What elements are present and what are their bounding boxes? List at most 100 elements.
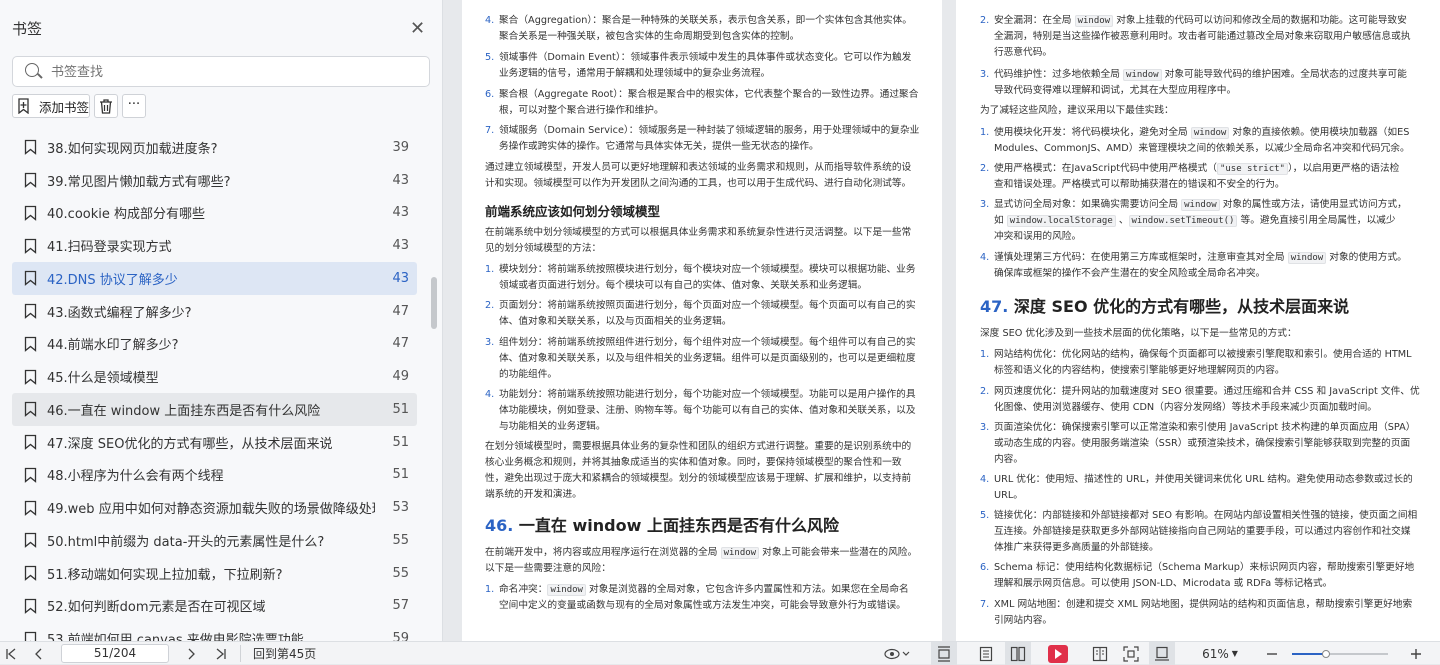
close-icon[interactable]: ✕ (410, 18, 425, 39)
paragraph-text: 性，避免出现过于庞大和紧耦合的领域模型。划分的领域模型应该易于理解、扩展和维护，… (485, 473, 912, 484)
zoom-slider-knob[interactable] (1321, 650, 1330, 658)
bookmark-item[interactable]: 42.DNS 协议了解多少 43 (12, 262, 417, 295)
bookmark-item[interactable]: 49.web 应用中如何对静态资源加载失败的场景做降级处理 53 (12, 491, 417, 524)
list-number: 3. (485, 337, 495, 348)
document-page-left: 4. 聚合（Aggregation）：聚合是一种特殊的关联关系，表示包含关系，即… (462, 0, 942, 641)
bookmark-item[interactable]: 45.什么是领域模型 49 (12, 360, 417, 393)
document-view-icon[interactable] (973, 642, 999, 665)
play-icon (1048, 644, 1068, 663)
bookmark-item[interactable]: 43.函数式编程了解多少? 47 (12, 295, 417, 328)
zoom-slider-fill (1292, 653, 1326, 655)
eye-icon[interactable] (882, 642, 912, 665)
ellipsis-icon: ··· (127, 97, 141, 112)
section-heading: 前端系统应该如何划分领域模型 (485, 204, 661, 219)
list-text: 模块划分：将前端系统按照模块进行划分，每个模块对应一个领域模型。模块可以根据功能… (499, 264, 916, 275)
page-number-input[interactable]: 51/204 (61, 644, 169, 663)
bookmark-search-input[interactable] (51, 63, 411, 81)
inline-code: window (1190, 127, 1230, 139)
previous-page-icon[interactable] (30, 642, 48, 665)
list-text: 或动态生成的内容。使用服务端渲染（SSR）或预渲染技术，确保搜索引擎能够获取到完… (994, 438, 1411, 449)
text-run: 在前端开发中，将内容或应用程序运行在浏览器的全局 (485, 547, 721, 558)
bookmark-item[interactable]: 47.深度 SEO优化的方式有哪些，从技术层面来说 51 (12, 426, 417, 459)
zoom-in-icon[interactable] (1408, 642, 1424, 665)
bookmark-icon (24, 369, 37, 385)
chevron-down-icon: ▼ (1231, 649, 1238, 658)
list-text: 冲突和误用的风险。 (994, 231, 1082, 242)
bookmark-icon (24, 205, 37, 221)
delete-bookmark-button[interactable] (94, 94, 118, 118)
bookmark-search[interactable] (12, 56, 430, 87)
first-page-icon[interactable] (2, 642, 20, 665)
sidebar-scrollbar[interactable] (431, 277, 437, 329)
list-number: 7. (980, 599, 990, 610)
last-page-icon[interactable] (212, 642, 230, 665)
paragraph-text: 通过建立领域模型，开发人员可以更好地理解和表达领域的业务需求和规则，从而指导软件… (485, 162, 912, 173)
list-text: 谨慎处理第三方代码：在使用第三方库或框架时，注意审查其对全局 window 对象… (994, 250, 1407, 266)
list-text: 化图像、使用浏览器缓存、使用 CDN（内容分发网络）等技术手段来减少页面加载时间… (994, 402, 1377, 413)
bottom-toolbar: 51/204 回到第45页 61% ▼ (0, 641, 1440, 665)
zoom-select[interactable]: 61% ▼ (1196, 642, 1244, 665)
panel-title: 书签 (12, 20, 43, 38)
paragraph-text: 在前端开发中，将内容或应用程序运行在浏览器的全局 window 对象上可能会带来… (485, 545, 917, 561)
list-text: 领域服务（Domain Service）：领域服务是一种封装了领域逻辑的服务，用… (499, 125, 920, 136)
list-text: 使用模块化开发：将代码模块化，避免对全局 window 对象的直接依赖。使用模块… (994, 125, 1409, 141)
chapter-number: 47. (980, 297, 1009, 316)
paragraph-text: 在划分领域模型时，需要根据具体业务的复杂性和团队的组织方式进行调整。重要的是识别… (485, 441, 912, 452)
next-page-icon[interactable] (182, 642, 200, 665)
more-options-button[interactable]: ··· (122, 94, 146, 118)
list-number: 1. (485, 264, 495, 275)
zoom-slider[interactable] (1292, 650, 1388, 658)
inline-code: window (1181, 199, 1220, 211)
bookmark-item[interactable]: 39.常见图片懒加载方式有哪些? 43 (12, 164, 417, 197)
back-to-page-button[interactable]: 回到第45页 (253, 642, 323, 665)
bookmark-title: 44.前端水印了解多少? (47, 338, 179, 354)
list-number: 1. (485, 584, 495, 595)
bookmark-item[interactable]: 50.html中前缀为 data-开头的元素属性是什么? 55 (12, 524, 417, 557)
two-page-view-icon[interactable] (1005, 642, 1031, 665)
list-text: 体、值对象和关联关系，以及与页面相关的业务逻辑。 (499, 316, 732, 327)
list-number: 2. (980, 163, 990, 174)
inline-code: "use strict" (1216, 163, 1288, 175)
list-text: 命名冲突： window 对象是浏览器的全局对象，它包含许多内置属性和方法。如果您… (499, 582, 909, 598)
bookmark-item[interactable]: 40.cookie 构成部分有哪些 43 (12, 197, 417, 230)
single-page-view-icon[interactable] (931, 642, 957, 665)
bookmark-item[interactable]: 41.扫码登录实现方式 43 (12, 229, 417, 262)
bookmark-page: 59 (392, 631, 409, 641)
list-number: 7. (485, 125, 495, 136)
list-text: URL 优化：使用短、描述性的 URL，并使用关键词来优化 URL 结构。避免使… (994, 474, 1413, 485)
play-slideshow-button[interactable] (1046, 642, 1070, 665)
reading-mode-icon[interactable] (1087, 642, 1113, 665)
bookmark-item[interactable]: 38.如何实现网页加载进度条? 39 (12, 131, 417, 164)
chapter-title: 一直在 window 上面挂东西是否有什么风险 (513, 516, 839, 535)
bookmark-item[interactable]: 46.一直在 window 上面挂东西是否有什么风险 51 (12, 393, 417, 426)
paragraph-text: 为了减轻这些风险，建议采用以下最佳实践： (980, 105, 1174, 116)
fit-width-icon[interactable] (1149, 642, 1175, 665)
zoom-out-icon[interactable] (1264, 642, 1280, 665)
list-text: 体、值对象和关联关系，以及与组件相关的业务逻辑。组件可以是页面级别的，也可以是更… (499, 353, 916, 364)
bookmark-item[interactable]: 53.前端如何用 canvas 来做电影院选票功能 59 (12, 622, 417, 641)
bookmark-icon (24, 598, 37, 614)
paragraph-text: 计和实现。领域模型可以作为开发团队之间沟通的工具，也可以用于生成代码、进行自动化… (485, 178, 912, 189)
bookmark-icon (24, 434, 37, 450)
list-text: 页面渲染优化：确保搜索引擎可以正常渲染和索引使用 JavaScript 技术构建… (994, 422, 1416, 433)
bookmark-page: 55 (392, 532, 409, 548)
bookmark-title: 49.web 应用中如何对静态资源加载失败的场景做降级处理 (47, 502, 375, 518)
inline-code: window.localStorage (1006, 215, 1116, 227)
text-run: 对象可能导致代码的维护困难。全局状态的过度共享可能 (1161, 69, 1407, 80)
bookmark-item[interactable]: 44.前端水印了解多少? 47 (12, 328, 417, 361)
list-text: 显式访问全局对象：如果确实需要访问全局 window 对象的属性或方法，请使用显… (994, 197, 1407, 213)
bookmark-page: 47 (392, 336, 409, 352)
list-text: 使用严格模式：在JavaScript代码中使用严格模式（ "use strict"… (994, 161, 1399, 177)
list-text: Schema 标记：使用结构化数据标记（Schema Markup）来标识网页内… (994, 562, 1415, 573)
fit-to-screen-icon[interactable] (1118, 642, 1144, 665)
bookmark-item[interactable]: 51.移动端如何实现上拉加载，下拉刷新? 55 (12, 557, 417, 590)
bookmark-icon (24, 172, 37, 188)
bookmark-item[interactable]: 52.如何判断dom元素是否在可视区域 57 (12, 590, 417, 623)
inline-code: window (1123, 69, 1162, 81)
bookmark-item[interactable]: 48.小程序为什么会有两个线程 51 (12, 459, 417, 492)
add-bookmark-button[interactable]: 添加书签 (12, 94, 90, 118)
bookmark-page: 43 (392, 270, 409, 286)
bookmark-icon (24, 631, 37, 641)
list-text: Modules、CommonJS、AMD）来管理模块之间的依赖关系，以减少全局命… (994, 143, 1410, 154)
text-run: 等。避免直接引用全局属性，以减少 (1237, 215, 1396, 226)
